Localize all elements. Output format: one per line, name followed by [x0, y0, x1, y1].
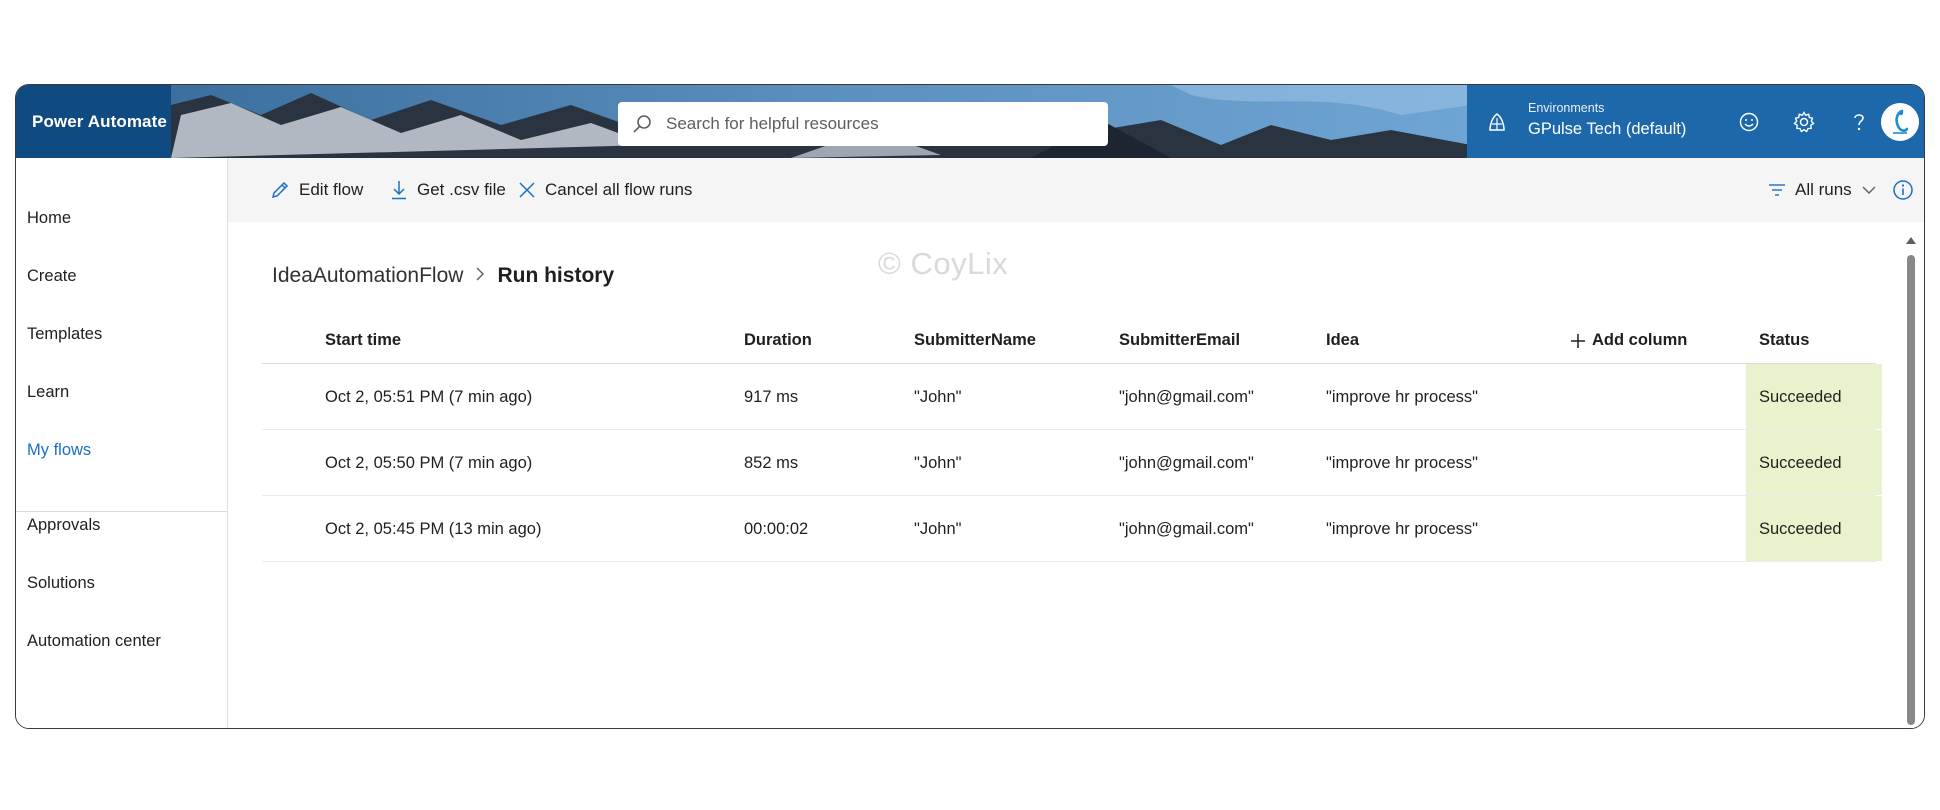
help-icon[interactable]	[1846, 109, 1872, 135]
sidebar-item-my-flows[interactable]: My flows	[27, 441, 91, 460]
cell-submitter-name: "John"	[914, 388, 962, 406]
sidebar-item-solutions[interactable]: Solutions	[27, 574, 95, 593]
info-icon[interactable]	[1892, 158, 1923, 222]
sidebar-item-create[interactable]: Create	[27, 267, 77, 286]
vertical-scrollbar[interactable]	[1905, 235, 1917, 725]
table-row[interactable]: Oct 2, 05:45 PM (13 min ago) 00:00:02 "J…	[262, 496, 1882, 562]
sidebar-item-home[interactable]: Home	[27, 209, 71, 228]
table-row[interactable]: Oct 2, 05:50 PM (7 min ago) 852 ms "John…	[262, 430, 1882, 496]
gear-icon[interactable]	[1791, 109, 1817, 135]
main-content: © CoyLix IdeaAutomationFlow Run history …	[228, 222, 1924, 728]
cell-start-time[interactable]: Oct 2, 05:50 PM (7 min ago)	[325, 454, 532, 473]
cancel-runs-label: Cancel all flow runs	[545, 180, 693, 199]
cell-submitter-name: "John"	[914, 454, 962, 472]
table-header: Start time Duration SubmitterName Submit…	[262, 317, 1876, 364]
app-window: Power Automate Search for helpful resour…	[15, 84, 1925, 729]
sidebar-item-templates[interactable]: Templates	[27, 325, 102, 344]
breadcrumb-parent[interactable]: IdeaAutomationFlow	[272, 264, 463, 288]
nav-divider	[16, 511, 227, 512]
scroll-thumb[interactable]	[1907, 255, 1915, 725]
search-input[interactable]	[664, 113, 1088, 135]
get-csv-button[interactable]: Get .csv file	[390, 158, 506, 222]
cell-duration: 852 ms	[744, 454, 799, 472]
col-duration[interactable]: Duration	[744, 331, 812, 350]
get-csv-label: Get .csv file	[417, 180, 506, 199]
left-nav: Home Create Templates Learn My flows App…	[16, 158, 228, 728]
smiley-icon[interactable]	[1736, 109, 1762, 135]
cell-duration: 00:00:02	[744, 520, 809, 538]
cell-submitter-email: "john@gmail.com"	[1119, 520, 1254, 538]
filter-icon	[1769, 184, 1785, 196]
sidebar-item-learn[interactable]: Learn	[27, 383, 69, 402]
edit-flow-button[interactable]: Edit flow	[270, 158, 363, 222]
cell-submitter-name: "John"	[914, 520, 962, 538]
status-badge: Succeeded	[1746, 364, 1882, 429]
all-runs-filter[interactable]: All runs	[1768, 158, 1876, 222]
all-runs-label: All runs	[1795, 180, 1852, 199]
add-column-button[interactable]: Add column	[1570, 331, 1687, 350]
col-submitter-name[interactable]: SubmitterName	[914, 331, 1036, 350]
status-label: Succeeded	[1759, 454, 1842, 472]
edit-icon	[271, 181, 289, 199]
col-submitter-email[interactable]: SubmitterEmail	[1119, 331, 1240, 350]
status-badge: Succeeded	[1746, 430, 1882, 495]
cell-submitter-email: "john@gmail.com"	[1119, 454, 1254, 472]
col-status[interactable]: Status	[1759, 331, 1809, 350]
avatar[interactable]	[1881, 103, 1919, 141]
cell-idea: "improve hr process"	[1326, 454, 1479, 472]
status-label: Succeeded	[1759, 520, 1842, 538]
search-icon	[632, 114, 652, 134]
environment-name[interactable]: GPulse Tech (default)	[1528, 120, 1686, 139]
cell-idea: "improve hr process"	[1326, 388, 1479, 406]
close-icon	[519, 182, 535, 198]
table-row[interactable]: Oct 2, 05:51 PM (7 min ago) 917 ms "John…	[262, 364, 1882, 430]
search-box[interactable]	[618, 102, 1108, 146]
download-icon	[392, 181, 406, 200]
environment-icon	[1486, 111, 1508, 138]
edit-flow-label: Edit flow	[299, 180, 364, 199]
col-start-time[interactable]: Start time	[325, 331, 401, 350]
col-idea[interactable]: Idea	[1326, 331, 1359, 350]
top-header: Power Automate Search for helpful resour…	[16, 85, 1924, 158]
plus-icon	[1571, 333, 1585, 348]
breadcrumb: IdeaAutomationFlow Run history	[272, 264, 614, 288]
page-title: Run history	[497, 264, 615, 287]
cell-idea: "improve hr process"	[1326, 520, 1479, 538]
chevron-down-icon	[1862, 186, 1876, 194]
scroll-up-arrow[interactable]	[1905, 235, 1917, 245]
command-bar: Edit flow Get .csv file Cancel all flow …	[228, 158, 1924, 222]
cell-duration: 917 ms	[744, 388, 799, 406]
watermark: © CoyLix	[878, 246, 1009, 281]
app-title[interactable]: Power Automate	[16, 85, 171, 158]
cancel-runs-button[interactable]: Cancel all flow runs	[518, 158, 692, 222]
add-column-label: Add column	[1592, 331, 1688, 349]
cell-submitter-email: "john@gmail.com"	[1119, 388, 1254, 406]
sidebar-item-automation-center[interactable]: Automation center	[27, 632, 161, 651]
environment-label: Environments	[1528, 101, 1605, 115]
chevron-right-icon	[475, 264, 485, 288]
cell-start-time[interactable]: Oct 2, 05:51 PM (7 min ago)	[325, 388, 532, 407]
status-badge: Succeeded	[1746, 496, 1882, 561]
cell-start-time[interactable]: Oct 2, 05:45 PM (13 min ago)	[325, 520, 541, 539]
status-label: Succeeded	[1759, 388, 1842, 406]
sidebar-item-approvals[interactable]: Approvals	[27, 516, 100, 535]
run-history-table: Start time Duration SubmitterName Submit…	[262, 317, 1882, 562]
